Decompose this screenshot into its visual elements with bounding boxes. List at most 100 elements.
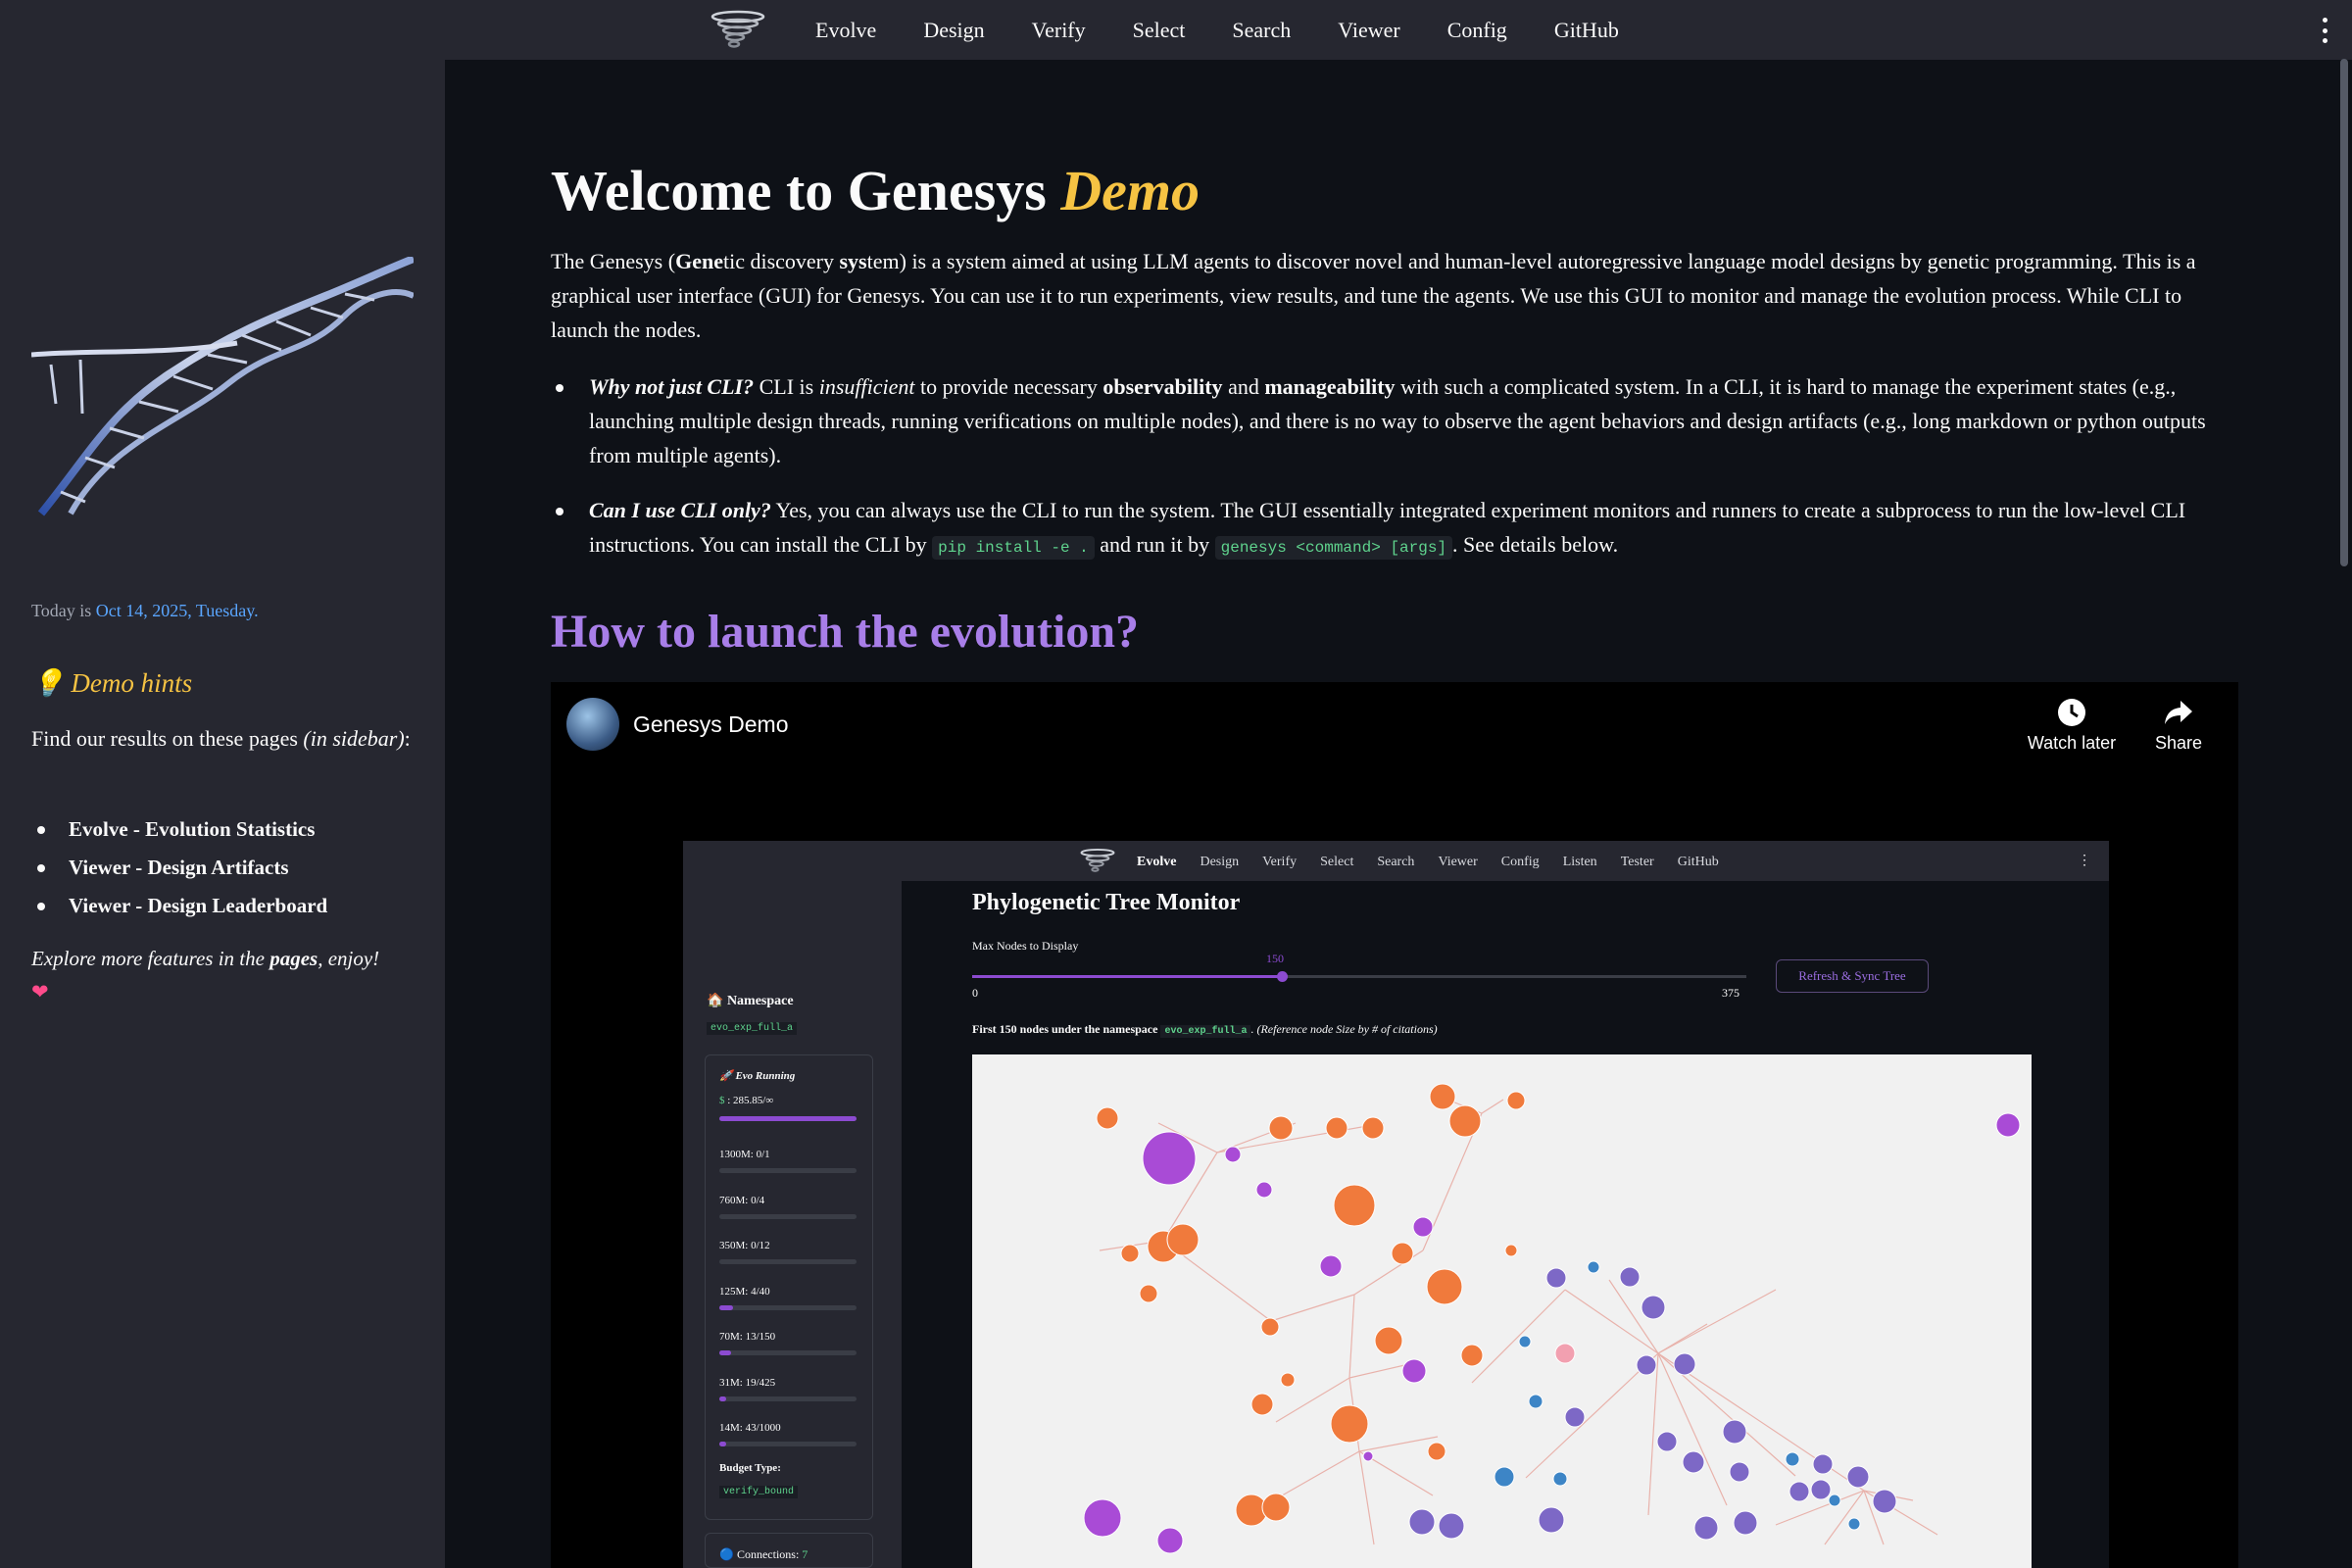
clock-icon — [2058, 699, 2085, 726]
b2-part-3: . See details below. — [1452, 532, 1619, 557]
model-scale-label: 14M: 43/1000 — [719, 1422, 781, 1434]
enjoy-part-2: , enjoy! — [318, 947, 380, 970]
b1-insufficient: insufficient — [818, 374, 915, 399]
main-nav: Evolve Design Verify Select Search Viewe… — [708, 0, 1642, 60]
max-nodes-slider — [972, 971, 1746, 982]
nav-evolve[interactable]: Evolve — [815, 18, 876, 43]
page-scrollbar[interactable] — [2340, 59, 2348, 566]
model-scale-label: 125M: 4/40 — [719, 1285, 770, 1298]
faq-why-not-cli: Why not just CLI? CLI is insufficient to… — [551, 369, 2238, 472]
demo-hints-title: Demo hints — [71, 668, 193, 698]
nav-verify[interactable]: Verify — [1032, 18, 1086, 43]
sidebar-enjoy-text: Explore more features in the pages, enjo… — [31, 942, 423, 1008]
genesys-command-code: genesys <command> [args] — [1214, 536, 1453, 560]
faq-cli-only: Can I use CLI only? Yes, you can always … — [551, 493, 2238, 565]
video-player[interactable]: Genesys Demo Watch later Share 🏠 Namespa… — [551, 682, 2238, 1568]
model-scale-label: 31M: 19/425 — [719, 1376, 776, 1389]
title-text: Welcome to Genesys — [551, 159, 1061, 222]
phylo-tree-title: Phylogenetic Tree Monitor — [972, 890, 1241, 915]
nav-viewer[interactable]: Viewer — [1338, 18, 1399, 43]
nav-config[interactable]: Config — [1447, 18, 1507, 43]
main-content: Welcome to Genesys Demo The Genesys (Gen… — [551, 60, 2238, 1568]
inner-evo-panel: 🚀 Evo Running $ : 285.85/∞ 1300M: 0/1 760… — [705, 1054, 873, 1520]
model-scale-progress — [719, 1304, 857, 1310]
nav-search[interactable]: Search — [1232, 18, 1291, 43]
faq-q1: Why not just CLI? — [589, 374, 755, 399]
heart-icon: ❤ — [31, 980, 49, 1004]
intro-sys: sys — [839, 249, 867, 273]
channel-avatar[interactable] — [566, 698, 619, 751]
enjoy-part-1: Explore more features in the — [31, 947, 270, 970]
faq-q2: Can I use CLI only? — [589, 498, 771, 522]
b1-manageability: manageability — [1264, 374, 1396, 399]
lightbulb-icon: 💡 — [31, 668, 65, 698]
nav-design[interactable]: Design — [923, 18, 984, 43]
budget-type-value: verify_bound — [719, 1486, 799, 1498]
share-label: Share — [2154, 733, 2203, 753]
first-nodes-part-1: First 150 nodes under the namespace — [972, 1022, 1161, 1036]
find-colon: : — [404, 726, 411, 751]
inner-connections-panel: 🔵 Connections: 7 — [705, 1533, 873, 1568]
model-scale-label: 350M: 0/12 — [719, 1240, 770, 1251]
b1-part-3: and — [1222, 374, 1265, 399]
slider-min: 0 — [972, 986, 978, 1000]
title-demo: Demo — [1060, 159, 1200, 222]
sidebar-link-evolve[interactable]: Evolve - Evolution Statistics — [31, 810, 423, 849]
graph-nodes-purple — [1083, 1112, 2021, 1554]
more-menu-icon[interactable] — [2321, 18, 2328, 43]
tornado-logo-icon[interactable] — [708, 6, 768, 55]
page-title: Welcome to Genesys Demo — [551, 158, 1200, 223]
today-prefix: Today is — [31, 601, 92, 620]
b1-observability: observability — [1102, 374, 1223, 399]
model-scale-progress — [719, 1442, 857, 1446]
first-nodes-code: evo_exp_full_a — [1160, 1025, 1251, 1038]
max-nodes-label: Max Nodes to Display — [972, 939, 1079, 953]
graph-edges — [1099, 1099, 1938, 1545]
inner-sidebar: 🏠 Namespace evo_exp_full_a 🚀 Evo Running… — [683, 841, 902, 1568]
inner-namespace-label: 🏠 Namespace — [707, 994, 794, 1008]
launch-evolution-heading: How to launch the evolution? — [551, 606, 1140, 658]
faq-bullets: Why not just CLI? CLI is insufficient to… — [551, 369, 2238, 586]
pip-install-code: pip install -e . — [932, 536, 1095, 560]
model-scale-label: 760M: 0/4 — [719, 1194, 765, 1206]
dna-helix-image — [31, 257, 414, 516]
max-nodes-slider-fill — [972, 975, 1282, 978]
sidebar: Today is Oct 14, 2025, Tuesday. 💡 Demo h… — [0, 60, 445, 1568]
intro-gene: Gene — [675, 249, 723, 273]
slider-value: 150 — [1266, 952, 1284, 965]
share-button[interactable]: Share — [2144, 698, 2213, 754]
inner-main: Phylogenetic Tree Monitor Max Nodes to D… — [972, 841, 2050, 1568]
intro-part-2: tic discovery — [722, 249, 840, 273]
today-date-text: Today is Oct 14, 2025, Tuesday. — [31, 601, 259, 621]
connections-label: Connections: — [736, 1547, 800, 1561]
namespace-value: evo_exp_full_a — [707, 1022, 798, 1035]
intro-part-1: The Genesys ( — [551, 249, 676, 273]
nav-select[interactable]: Select — [1133, 18, 1186, 43]
b1-part-2: to provide necessary — [914, 374, 1103, 399]
max-nodes-slider-thumb — [1277, 971, 1288, 982]
sidebar-page-list: Evolve - Evolution Statistics Viewer - D… — [31, 810, 423, 925]
graph-nodes-violet — [1408, 1266, 1897, 1541]
model-scale-progress — [719, 1350, 857, 1355]
model-scale-label: 70M: 13/150 — [719, 1331, 776, 1343]
today-date-value: Oct 14, 2025, Tuesday. — [95, 601, 259, 620]
model-scale-progress — [719, 1259, 857, 1264]
slider-max: 375 — [1722, 986, 1740, 1000]
inner-namespace-value: evo_exp_full_a — [707, 1017, 798, 1035]
graph-node-root-pink — [1554, 1343, 1576, 1364]
watch-later-button[interactable]: Watch later — [2023, 698, 2121, 754]
first-nodes-part-2: . (Reference node Size by # of citations… — [1250, 1022, 1438, 1036]
find-italic: (in sidebar) — [303, 726, 405, 751]
video-title[interactable]: Genesys Demo — [633, 711, 789, 738]
sidebar-link-leaderboard[interactable]: Viewer - Design Leaderboard — [31, 887, 423, 925]
budget-type-value-wrap: verify_bound — [719, 1485, 799, 1498]
sidebar-link-design-artifacts[interactable]: Viewer - Design Artifacts — [31, 849, 423, 887]
b2-part-2: and run it by — [1094, 532, 1215, 557]
budget-type-label: Budget Type: — [719, 1462, 781, 1474]
refresh-sync-tree-button: Refresh & Sync Tree — [1776, 959, 1929, 993]
b1-part-1: CLI is — [754, 374, 819, 399]
nav-github[interactable]: GitHub — [1554, 18, 1619, 43]
phylogenetic-tree-graph — [972, 1054, 2032, 1568]
model-scale-label: 1300M: 0/1 — [719, 1149, 770, 1160]
enjoy-pages: pages — [270, 947, 318, 970]
